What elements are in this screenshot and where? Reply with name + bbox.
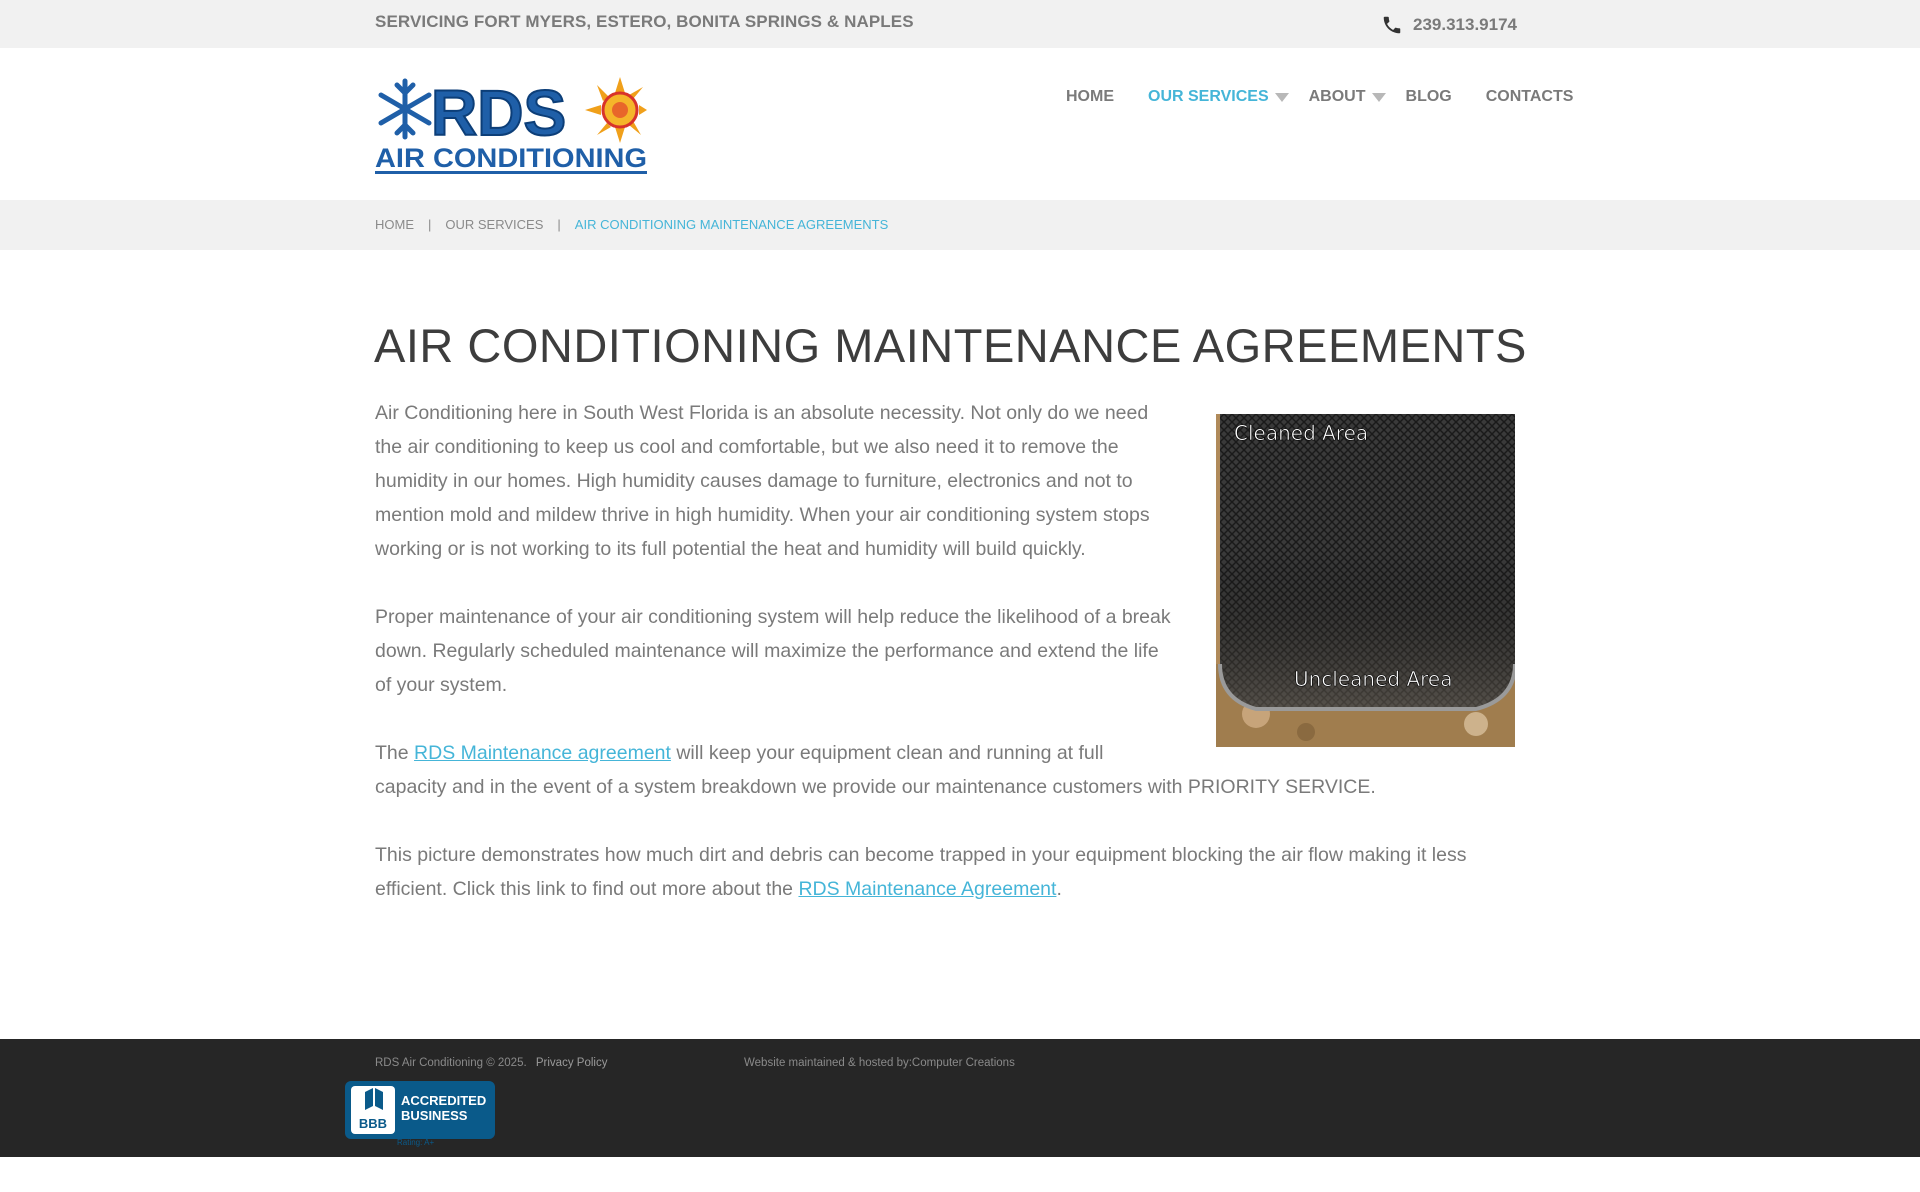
condenser-coil-photo: Cleaned Area Uncleaned Area (1216, 414, 1515, 747)
breadcrumb-separator: | (557, 217, 561, 232)
bbb-accredited-badge[interactable]: BBB ACCREDITED BUSINESS (345, 1081, 495, 1139)
nav-our-services[interactable]: OUR SERVICES (1148, 88, 1289, 106)
nav-blog-label: BLOG (1405, 88, 1452, 105)
nav-our-services-label: OUR SERVICES (1148, 88, 1269, 105)
service-area-text: SERVICING FORT MYERS, ESTERO, BONITA SPR… (375, 12, 914, 31)
logo-tagline: AIR CONDITIONING (375, 143, 647, 173)
chevron-down-icon (1274, 92, 1289, 102)
main-nav: HOME OUR SERVICES ABOUT BLOG CONTACTS (1066, 86, 1573, 108)
site-header: RDS AIR CONDITIONING HOME OUR SERVICES A… (0, 48, 1920, 200)
paragraph-agreement-prefix: The (375, 742, 415, 764)
photo-label-cleaned: Cleaned Area (1234, 421, 1368, 445)
bbb-line2: BUSINESS (401, 1108, 468, 1123)
paragraph-picture: This picture demonstrates how much dirt … (375, 838, 1515, 906)
breadcrumb-separator: | (428, 217, 432, 232)
bbb-line1: ACCREDITED (401, 1093, 487, 1108)
nav-about[interactable]: ABOUT (1309, 88, 1386, 106)
copyright-text: RDS Air Conditioning © 2025. (375, 1057, 527, 1069)
maintenance-agreement-link-2[interactable]: RDS Maintenance Agreement (798, 878, 1056, 900)
sun-icon (585, 77, 647, 143)
privacy-policy-link[interactable]: Privacy Policy (536, 1057, 608, 1069)
nav-contacts-label: CONTACTS (1485, 88, 1574, 105)
bbb-text: ACCREDITED BUSINESS (401, 1093, 486, 1123)
bbb-mark-text: BBB (359, 1116, 387, 1131)
breadcrumb-bar: HOME | OUR SERVICES | AIR CONDITIONING M… (0, 200, 1920, 250)
breadcrumb-home[interactable]: HOME (375, 217, 414, 232)
maintained-by-link[interactable]: Website maintained & hosted by:Computer … (744, 1057, 1015, 1069)
phone-number: 239.313.9174 (1413, 15, 1517, 34)
nav-about-label: ABOUT (1308, 88, 1366, 105)
bbb-rating: Rating: A+ (397, 1138, 435, 1147)
photo-label-uncleaned: Uncleaned Area (1294, 667, 1453, 691)
nav-contacts[interactable]: CONTACTS (1486, 88, 1574, 106)
nav-home[interactable]: HOME (1066, 88, 1114, 106)
bbb-torch-icon: BBB (351, 1086, 395, 1134)
footer-copyright-row: RDS Air Conditioning © 2025. Privacy Pol… (375, 1057, 607, 1069)
breadcrumb-our-services[interactable]: OUR SERVICES (445, 217, 543, 232)
paragraph-picture-suffix: . (1056, 878, 1062, 900)
nav-blog[interactable]: BLOG (1406, 88, 1452, 106)
top-info-bar: SERVICING FORT MYERS, ESTERO, BONITA SPR… (0, 0, 1920, 48)
snowflake-icon (378, 78, 432, 140)
breadcrumb-current: AIR CONDITIONING MAINTENANCE AGREEMENTS (574, 217, 889, 232)
rds-logo: RDS AIR CONDITIONING (375, 76, 647, 174)
main-content: Cleaned Area Uncleaned Area Air Conditio… (375, 396, 1515, 940)
breadcrumb: HOME | OUR SERVICES | AIR CONDITIONING M… (375, 217, 888, 232)
site-footer: RDS Air Conditioning © 2025. Privacy Pol… (0, 1039, 1920, 1157)
page-title: AIR CONDITIONING MAINTENANCE AGREEMENTS (374, 319, 1527, 372)
maintenance-agreement-link[interactable]: RDS Maintenance agreement (414, 742, 671, 764)
phone-link[interactable]: 239.313.9174 (1381, 13, 1517, 37)
phone-icon (1383, 16, 1401, 34)
logo-brand: RDS (431, 77, 566, 149)
nav-home-label: HOME (1066, 88, 1114, 105)
chevron-down-icon (1371, 92, 1386, 102)
